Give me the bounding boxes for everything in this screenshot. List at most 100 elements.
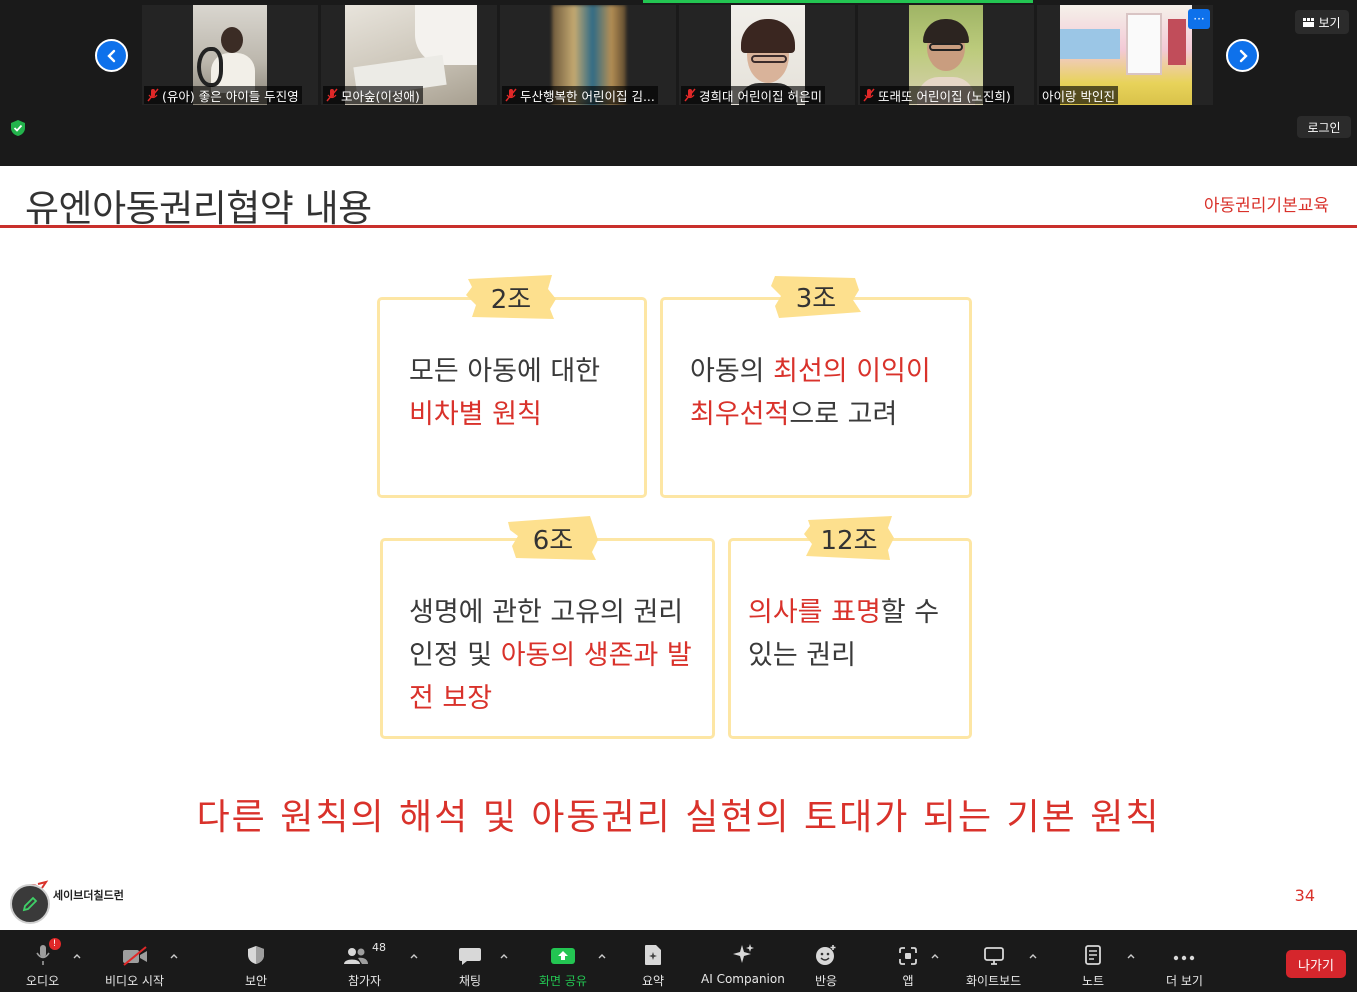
participant-name-bar: 또래또 어린이집 (노진희) bbox=[860, 86, 1014, 104]
article-description: 아동의 최선의 이익이 최우선적으로 고려 bbox=[690, 350, 931, 436]
participant-name: 두산행복한 어린이집 김... bbox=[520, 88, 655, 104]
share-options-caret[interactable] bbox=[597, 946, 607, 959]
share-screen-icon bbox=[550, 948, 575, 964]
participant-name-bar: 아이랑 박인진 bbox=[1039, 86, 1118, 104]
chevron-up-icon bbox=[598, 954, 606, 959]
start-video-button[interactable]: 비디오 시작 bbox=[105, 940, 164, 989]
tile-more-options-button[interactable]: ··· bbox=[1188, 9, 1210, 29]
audio-button[interactable]: ! 오디오 bbox=[26, 938, 61, 989]
login-button[interactable]: 로그인 bbox=[1297, 116, 1351, 138]
participants-button[interactable]: 48 참가자 bbox=[343, 940, 386, 989]
chat-button[interactable]: 채팅 bbox=[458, 940, 482, 989]
article-number: 2조 bbox=[490, 284, 532, 315]
video-options-caret[interactable] bbox=[169, 946, 179, 959]
reactions-label: 반응 bbox=[815, 974, 838, 988]
card-line: 비차별 원칙 bbox=[409, 399, 542, 430]
card-line: 있는 권리 bbox=[748, 640, 856, 671]
participants-count: 48 bbox=[372, 941, 386, 954]
participant-tile[interactable]: 두산행복한 어린이집 김... bbox=[500, 5, 676, 105]
chevron-up-icon bbox=[73, 954, 81, 959]
microphone-muted-icon bbox=[684, 88, 696, 102]
leave-meeting-button[interactable]: 나가기 bbox=[1286, 950, 1346, 978]
ellipsis-icon: ··· bbox=[1193, 12, 1205, 26]
ai-companion-button[interactable]: AI Companion bbox=[701, 940, 785, 986]
people-icon bbox=[344, 948, 368, 964]
login-label: 로그인 bbox=[1307, 120, 1341, 135]
participant-tiles: (유아) 좋은 아이들 두진영 모아숲(이성애) 두산행복한 어린이집 김...… bbox=[142, 5, 1213, 105]
participant-tile[interactable]: 경희대 어린이집 허은미 bbox=[679, 5, 855, 105]
brand-name: 세이브더칠드런 bbox=[53, 889, 124, 902]
summary-document-icon bbox=[645, 945, 662, 965]
microphone-muted-icon bbox=[326, 88, 338, 102]
participants-label: 참가자 bbox=[347, 974, 382, 988]
participant-name: 경희대 어린이집 허은미 bbox=[699, 88, 822, 104]
chevron-up-icon bbox=[500, 954, 508, 959]
participant-name-bar: 두산행복한 어린이집 김... bbox=[502, 86, 658, 104]
article-number: 6조 bbox=[532, 525, 574, 556]
shield-icon bbox=[248, 946, 265, 964]
card-line: 아동의 최선의 이익이 bbox=[690, 356, 931, 387]
share-screen-button[interactable]: 화면 공유 bbox=[539, 940, 587, 989]
share-screen-label: 화면 공유 bbox=[539, 974, 587, 988]
participant-tile[interactable]: 모아숲(이성애) bbox=[321, 5, 497, 105]
audio-options-caret[interactable] bbox=[72, 946, 82, 959]
apps-icon bbox=[899, 947, 917, 965]
view-button[interactable]: 보기 bbox=[1295, 10, 1349, 34]
summary-button[interactable]: 요약 bbox=[642, 940, 664, 989]
article-description: 생명에 관한 고유의 권리 인정 및 아동의 생존과 발 전 보장 bbox=[409, 591, 692, 720]
article-tape-label: 12조 bbox=[802, 514, 896, 562]
participants-options-caret[interactable] bbox=[409, 946, 419, 959]
grid-icon bbox=[1303, 17, 1315, 27]
view-button-label: 보기 bbox=[1318, 15, 1341, 30]
participant-tile[interactable]: 또래또 어린이집 (노진희) bbox=[858, 5, 1034, 105]
article-description: 모든 아동에 대한 비차별 원칙 bbox=[409, 350, 600, 436]
summary-label: 요약 bbox=[642, 974, 665, 988]
reactions-button[interactable]: 반응 bbox=[815, 940, 837, 989]
slide-summary-statement: 다른 원칙의 해석 및 아동권리 실현의 토대가 되는 기본 원칙 bbox=[196, 797, 1161, 838]
whiteboard-label: 화이트보드 bbox=[966, 974, 1022, 988]
card-line: 의사를 표명할 수 bbox=[748, 597, 940, 628]
whiteboard-options-caret[interactable] bbox=[1028, 946, 1038, 959]
chat-bubble-icon bbox=[459, 948, 481, 965]
chevron-up-icon bbox=[1127, 954, 1135, 959]
meeting-controls-toolbar: ! 오디오 비디오 시작 보안 48 참가자 채팅 화면 공유 요약 AI Co… bbox=[0, 930, 1357, 992]
article-tape-label: 6조 bbox=[506, 514, 600, 562]
participant-tile[interactable]: 아이랑 박인진 bbox=[1037, 5, 1213, 105]
article-number: 12조 bbox=[820, 525, 878, 556]
participant-name: 또래또 어린이집 (노진희) bbox=[878, 88, 1011, 104]
chevron-up-icon bbox=[410, 954, 418, 959]
start-video-label: 비디오 시작 bbox=[105, 974, 165, 988]
card-line: 모든 아동에 대한 bbox=[409, 356, 601, 387]
notes-options-caret[interactable] bbox=[1126, 946, 1136, 959]
article-number: 3조 bbox=[795, 283, 837, 314]
security-label: 보안 bbox=[245, 974, 268, 988]
participant-tile[interactable]: (유아) 좋은 아이들 두진영 bbox=[142, 5, 318, 105]
card-line: 생명에 관한 고유의 권리 bbox=[409, 597, 684, 628]
chevron-left-icon bbox=[106, 49, 115, 62]
chevron-right-icon bbox=[1239, 49, 1248, 62]
more-button[interactable]: 더 보기 bbox=[1166, 940, 1203, 989]
participant-name-bar: (유아) 좋은 아이들 두진영 bbox=[144, 86, 302, 104]
gallery-prev-button[interactable] bbox=[95, 39, 128, 72]
card-line: 전 보장 bbox=[409, 683, 493, 714]
microphone-muted-icon bbox=[505, 88, 517, 102]
security-button[interactable]: 보안 bbox=[245, 940, 267, 989]
apps-options-caret[interactable] bbox=[930, 946, 940, 959]
title-divider bbox=[0, 225, 1357, 228]
sparkle-icon bbox=[732, 944, 754, 963]
encryption-shield-icon[interactable] bbox=[10, 119, 26, 137]
chat-options-caret[interactable] bbox=[499, 946, 509, 959]
microphone-muted-icon bbox=[147, 88, 159, 102]
notes-button[interactable]: 노트 bbox=[1082, 940, 1104, 989]
chevron-up-icon bbox=[1029, 954, 1037, 959]
apps-button[interactable]: 앱 bbox=[898, 940, 918, 989]
slide-category-tag: 아동권리기본교육 bbox=[1203, 196, 1329, 216]
annotate-button[interactable] bbox=[10, 884, 50, 924]
zoom-meeting-window: (유아) 좋은 아이들 두진영 모아숲(이성애) 두산행복한 어린이집 김...… bbox=[0, 0, 1357, 992]
slide-page-number: 34 bbox=[1294, 886, 1315, 905]
whiteboard-button[interactable]: 화이트보드 bbox=[966, 940, 1021, 989]
whiteboard-icon bbox=[983, 947, 1004, 965]
pencil-icon bbox=[22, 896, 38, 912]
gallery-next-button[interactable] bbox=[1226, 39, 1259, 72]
participant-name: 아이랑 박인진 bbox=[1042, 88, 1115, 104]
